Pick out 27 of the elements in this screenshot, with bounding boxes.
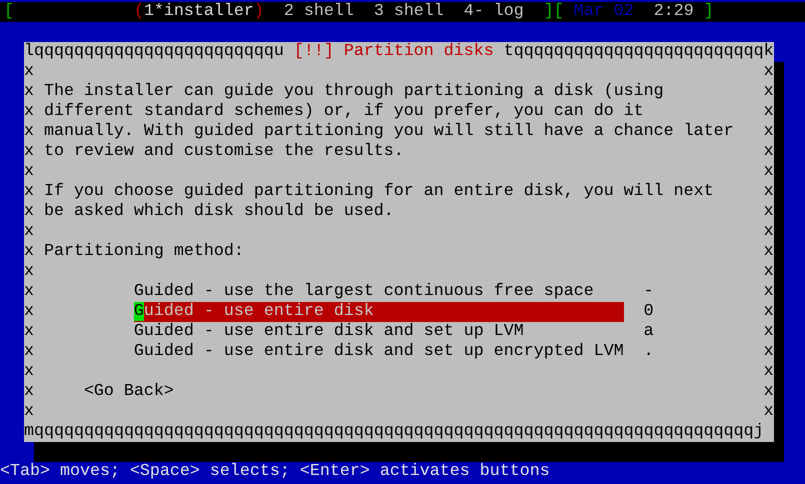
go-back-button[interactable]: <Go Back> bbox=[84, 382, 174, 402]
dialog-title: [!!] Partition disks bbox=[294, 42, 494, 62]
window-tab[interactable]: 2 shell bbox=[284, 2, 354, 22]
menu-option[interactable]: Guided - use the largest continuous free space bbox=[134, 282, 624, 302]
option-marker: a bbox=[644, 322, 654, 342]
bracket-mark: ][ bbox=[544, 2, 564, 22]
border-line: mqqqqqqqqqqqqqqqqqqqqqqqqqqqqqqqqqqqqqqqqqqqqqqqqqqqqqqqqqqqqqqqqqqqqqqqqj bbox=[24, 422, 765, 442]
menu-option[interactable]: Guided - use entire disk and set up encrypted LVM bbox=[134, 342, 624, 362]
body-text: The installer can guide you through partitioning a disk (using different standard schemes) or, if you prefer, you can do it manually. With guided partitioning you will still have a chance later to review and customise the results. bbox=[44, 82, 734, 162]
window-tab[interactable]: 4- log bbox=[464, 2, 524, 22]
bracket-mark: [ bbox=[4, 2, 14, 22]
menu-option[interactable]: Guided - use entire disk and set up LVM bbox=[134, 322, 624, 342]
option-marker: - bbox=[644, 282, 654, 302]
border-line: tqqqqqqqqqqqqqqqqqqqqqqqqqk bbox=[504, 42, 774, 62]
date-text: Mar 02 bbox=[574, 2, 634, 22]
option-marker: . bbox=[644, 342, 654, 362]
window-tab[interactable]: 3 shell bbox=[374, 2, 444, 22]
border-line: xxxxxxxxxxxxxxxxxx bbox=[764, 62, 774, 422]
body-text: If you choose guided partitioning for an entire disk, you will next be asked which disk should be used. bbox=[44, 182, 715, 222]
option-marker: 0 bbox=[644, 302, 654, 322]
bracket-mark: ] bbox=[704, 2, 714, 22]
section-label: Partitioning method: bbox=[44, 242, 245, 262]
window-tab[interactable]: (1*installer) bbox=[134, 2, 264, 22]
border-line: lqqqqqqqqqqqqqqqqqqqqqqqqu bbox=[24, 42, 284, 62]
menu-option[interactable]: Guided - use entire disk bbox=[134, 302, 624, 322]
help-text: <Tab> moves; <Space> selects; <Enter> activates buttons bbox=[0, 462, 551, 482]
clock-time: 2:29 bbox=[654, 2, 694, 22]
